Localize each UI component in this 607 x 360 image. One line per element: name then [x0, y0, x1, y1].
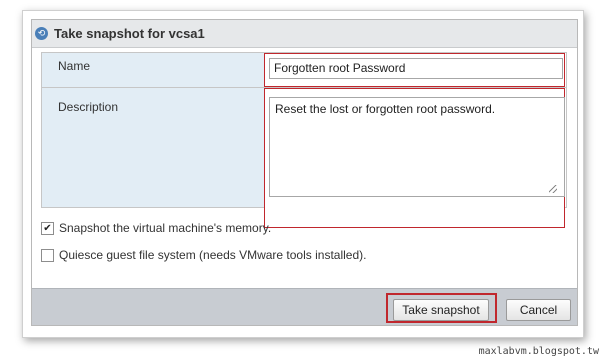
name-label-cell: Name [42, 53, 265, 87]
snapshot-form: Name Forgotten root Password Description… [41, 52, 567, 228]
snapshot-icon: ⟲ [35, 27, 48, 40]
resize-grip-icon[interactable] [549, 185, 557, 193]
description-highlight: Reset the lost or forgotten root passwor… [264, 88, 565, 228]
quiesce-checkbox[interactable] [41, 248, 54, 262]
cancel-button[interactable]: Cancel [506, 299, 571, 321]
dialog-footer: Take snapshot Cancel [32, 288, 577, 325]
memory-checkbox[interactable]: ✔ [41, 221, 54, 235]
description-label-cell: Description [42, 88, 265, 207]
name-input[interactable]: Forgotten root Password [269, 58, 563, 79]
watermark: maxlabvm.blogspot.tw [478, 346, 599, 357]
take-snapshot-button[interactable]: Take snapshot [393, 299, 489, 321]
name-row: Name Forgotten root Password [42, 53, 566, 88]
snapshot-dialog: ⟲ Take snapshot for vcsa1 Name Forgotten… [31, 19, 578, 326]
memory-option[interactable]: ✔ Snapshot the virtual machine's memory. [41, 221, 271, 235]
quiesce-option-label: Quiesce guest file system (needs VMware … [59, 248, 367, 262]
dialog-titlebar: ⟲ Take snapshot for vcsa1 [32, 20, 577, 48]
memory-option-label: Snapshot the virtual machine's memory. [59, 221, 272, 235]
dialog-title: Take snapshot for vcsa1 [54, 26, 205, 41]
description-textarea[interactable]: Reset the lost or forgotten root passwor… [269, 97, 565, 197]
screenshot-frame: ⟲ Take snapshot for vcsa1 Name Forgotten… [22, 10, 584, 338]
description-row: Description Reset the lost or forgotten … [42, 88, 566, 228]
name-label: Name [58, 59, 91, 73]
quiesce-option[interactable]: Quiesce guest file system (needs VMware … [41, 248, 366, 262]
description-label: Description [58, 100, 119, 114]
name-highlight: Forgotten root Password [264, 53, 565, 87]
